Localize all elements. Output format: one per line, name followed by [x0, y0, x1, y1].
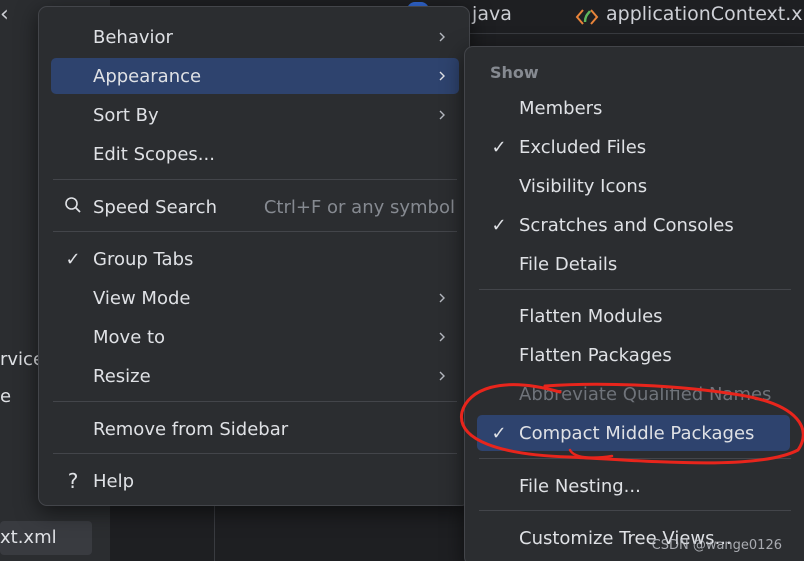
- search-icon: [61, 196, 85, 219]
- editor-tab-java[interactable]: .java: [466, 3, 512, 25]
- menu-item-label: Excluded Files: [519, 136, 647, 158]
- menu-item-label: Speed Search: [93, 196, 217, 218]
- editor-tab-application-context[interactable]: applicationContext.xml: [606, 3, 804, 25]
- help-icon: ?: [67, 469, 79, 493]
- menu-item-label: Edit Scopes...: [93, 143, 215, 165]
- chevron-right-icon: [437, 371, 447, 381]
- menu-item-label: Flatten Modules: [519, 305, 663, 327]
- menu-item-view-mode[interactable]: View Mode: [51, 280, 459, 316]
- submenu-item-members[interactable]: Members: [477, 90, 790, 126]
- menu-item-behavior[interactable]: Behavior: [51, 19, 459, 55]
- submenu-item-scratches-and-consoles[interactable]: ✓ Scratches and Consoles: [477, 207, 790, 243]
- submenu-item-file-nesting[interactable]: File Nesting...: [477, 468, 790, 504]
- submenu-item-compact-middle-packages[interactable]: ✓ Compact Middle Packages: [477, 415, 790, 451]
- menu-separator: [53, 231, 457, 232]
- menu-item-appearance[interactable]: Appearance: [51, 58, 459, 94]
- menu-separator: [479, 289, 791, 290]
- menu-separator: [53, 453, 457, 454]
- menu-item-group-tabs[interactable]: ✓ Group Tabs: [51, 241, 459, 277]
- chevron-right-icon: [437, 332, 447, 342]
- menu-item-shortcut: Ctrl+F or any symbol: [263, 196, 455, 218]
- menu-item-label: Appearance: [93, 65, 202, 87]
- menu-item-edit-scopes[interactable]: Edit Scopes...: [51, 136, 459, 172]
- menu-separator: [53, 179, 457, 180]
- menu-item-move-to[interactable]: Move to: [51, 319, 459, 355]
- chevron-right-icon: [437, 110, 447, 120]
- submenu-item-flatten-packages[interactable]: Flatten Packages: [477, 337, 790, 373]
- menu-item-help[interactable]: ? Help: [51, 463, 459, 499]
- menu-item-label: Group Tabs: [93, 248, 194, 270]
- submenu-item-file-details[interactable]: File Details: [477, 246, 790, 282]
- menu-item-remove-from-sidebar[interactable]: Remove from Sidebar: [51, 411, 459, 447]
- xml-file-icon: [575, 9, 599, 25]
- collapse-icon[interactable]: ‹: [0, 2, 9, 27]
- menu-item-label: Resize: [93, 365, 151, 387]
- menu-separator: [479, 458, 791, 459]
- menu-item-label: Abbreviate Qualified Names: [519, 383, 772, 405]
- menu-item-label: Behavior: [93, 26, 173, 48]
- submenu-item-flatten-modules[interactable]: Flatten Modules: [477, 298, 790, 334]
- submenu-item-excluded-files[interactable]: ✓ Excluded Files: [477, 129, 790, 165]
- menu-item-label: Help: [93, 470, 135, 492]
- menu-item-label: Flatten Packages: [519, 344, 672, 366]
- checkmark-icon: ✓: [491, 214, 507, 236]
- menu-item-label: Remove from Sidebar: [93, 418, 289, 440]
- menu-item-resize[interactable]: Resize: [51, 358, 459, 394]
- chevron-right-icon: [437, 32, 447, 42]
- submenu-section-header: Show: [490, 63, 539, 82]
- submenu-item-visibility-icons[interactable]: Visibility Icons: [477, 168, 790, 204]
- menu-item-sort-by[interactable]: Sort By: [51, 97, 459, 133]
- menu-item-label: Move to: [93, 326, 166, 348]
- menu-separator: [479, 510, 791, 511]
- chevron-right-icon: [437, 293, 447, 303]
- watermark: CSDN @wange0126: [651, 538, 782, 553]
- menu-item-label: Visibility Icons: [519, 175, 648, 197]
- checkmark-icon: ✓: [491, 136, 507, 158]
- chevron-right-icon: [437, 71, 447, 81]
- checkmark-icon: ✓: [65, 248, 81, 270]
- menu-item-label: File Nesting...: [519, 475, 641, 497]
- menu-item-label: Compact Middle Packages: [519, 422, 755, 444]
- menu-item-label: File Details: [519, 253, 618, 275]
- menu-item-label: View Mode: [93, 287, 191, 309]
- sidebar-fragment: e: [0, 386, 12, 407]
- submenu-item-abbreviate-qualified-names: Abbreviate Qualified Names: [477, 376, 790, 412]
- context-menu: Behavior Appearance Sort By Edit Scopes.…: [38, 6, 470, 506]
- checkmark-icon: ✓: [491, 422, 507, 444]
- menu-separator: [53, 401, 457, 402]
- menu-item-label: Sort By: [93, 104, 159, 126]
- menu-item-label: Members: [519, 97, 603, 119]
- menu-item-speed-search[interactable]: Speed Search Ctrl+F or any symbol: [51, 189, 459, 225]
- selected-file-label: xt.xml: [0, 527, 57, 548]
- menu-item-label: Scratches and Consoles: [519, 214, 734, 236]
- appearance-submenu: Show Members ✓ Excluded Files Visibility…: [464, 46, 804, 561]
